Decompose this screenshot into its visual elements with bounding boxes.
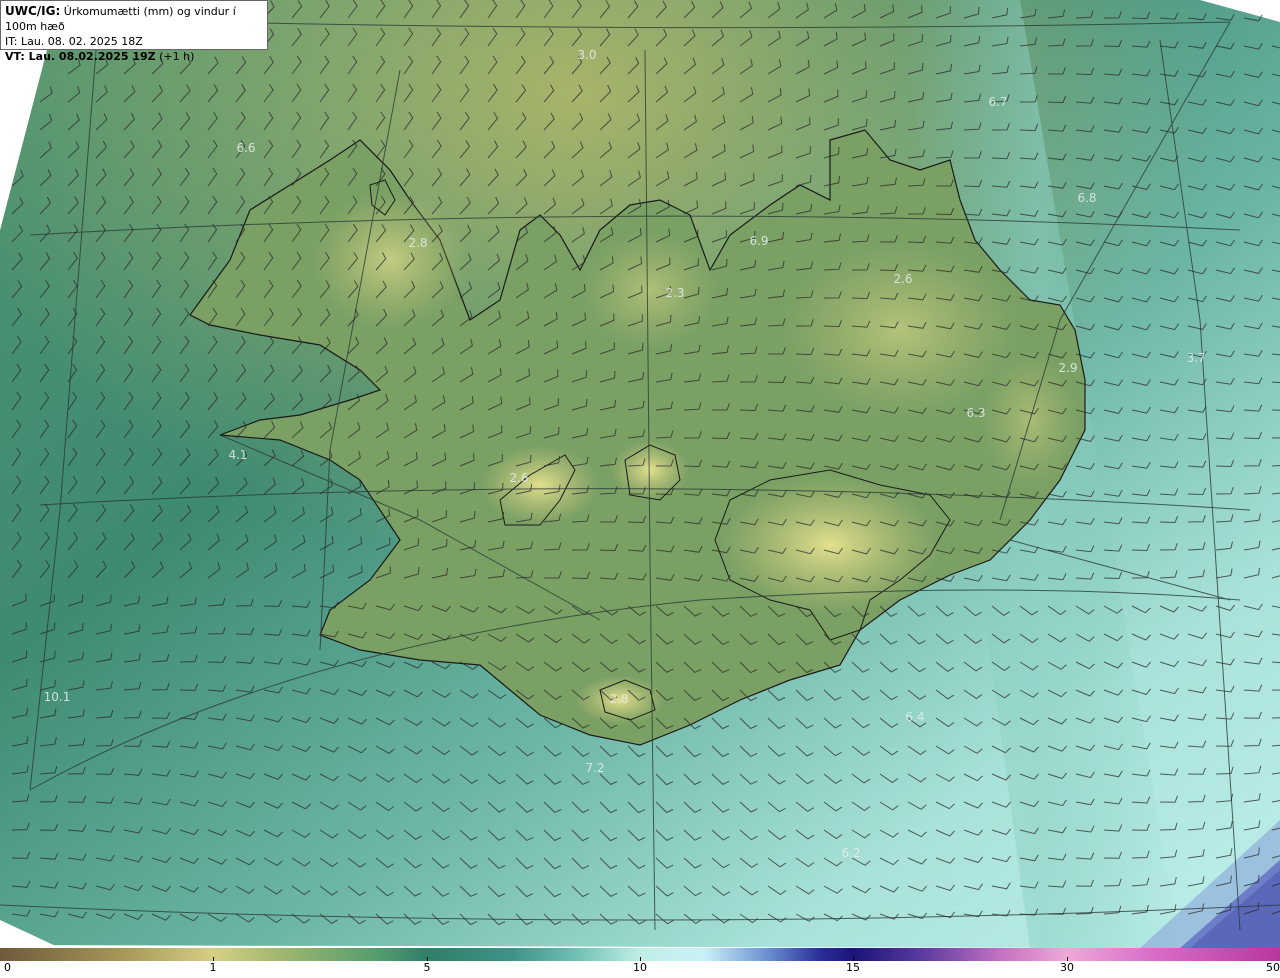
- map-value-label: 6.9: [749, 234, 769, 248]
- map-value-label: 7.2: [585, 761, 605, 775]
- map-value-label: 6.7: [988, 95, 1008, 109]
- map-canvas: [0, 0, 1280, 948]
- map-value-label: 6.4: [905, 710, 925, 724]
- map-value-label: 6.6: [236, 141, 256, 155]
- precipitable-water-map: 3.0 6.7 6.6 6.8 2.8 6.9 2.6 2.3 3.7 2.9 …: [0, 0, 1280, 948]
- colorbar-tick-label: 50: [1266, 961, 1280, 974]
- map-value-label: 2.6: [893, 272, 913, 286]
- model-name: UWC/IG:: [5, 4, 61, 18]
- valid-time-line: VT: Lau. 08.02.2025 19Z (+1 h): [5, 49, 263, 64]
- init-time: IT: Lau. 08. 02. 2025 18Z: [5, 35, 143, 48]
- forecast-offset: (+1 h): [155, 50, 195, 63]
- valid-time: VT: Lau. 08.02.2025 19Z: [5, 50, 156, 63]
- map-value-label: 4.1: [228, 448, 248, 462]
- map-value-label: 3.7: [1186, 351, 1206, 365]
- colorbar-tick-label: 5: [423, 961, 431, 974]
- map-value-label: 2.3: [665, 286, 685, 300]
- colorbar-tick-label: 10: [633, 961, 647, 974]
- map-value-label: 6.3: [966, 406, 986, 420]
- title-line: UWC/IG: Úrkomumætti (mm) og vindur í 100…: [5, 4, 263, 34]
- colorbar: 0 1 5 10 15 30 50: [0, 948, 1280, 978]
- colorbar-tick-label: 30: [1060, 961, 1074, 974]
- colorbar-tick-label: 15: [846, 961, 860, 974]
- map-value-label: 10.1: [43, 690, 71, 704]
- map-value-label: 2.8: [408, 236, 428, 250]
- map-value-label: 6.2: [841, 846, 861, 860]
- map-value-label: 2.9: [1058, 361, 1078, 375]
- colorbar-tick-label: 1: [209, 961, 217, 974]
- map-value-label: 6.8: [1077, 191, 1097, 205]
- map-value-label: 2.8: [609, 692, 629, 706]
- map-value-label: 2.6: [509, 471, 529, 485]
- colorbar-tick-label: 0: [4, 961, 11, 974]
- map-value-label: 3.0: [577, 48, 597, 62]
- map-info-box: UWC/IG: Úrkomumætti (mm) og vindur í 100…: [0, 0, 268, 63]
